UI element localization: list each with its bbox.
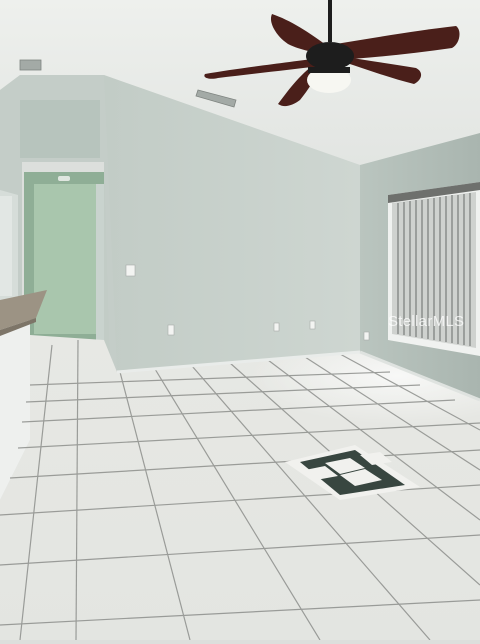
hallway-wall — [34, 184, 100, 334]
light-switch — [125, 264, 136, 277]
wall-outlet — [273, 322, 280, 332]
door-frame-left — [0, 196, 12, 296]
wall-outlet — [167, 324, 175, 336]
upper-niche — [20, 100, 100, 158]
wall-outlet — [309, 320, 316, 330]
hallway-door-frame — [96, 184, 104, 340]
hallway-light — [58, 176, 70, 181]
wall-outlet — [363, 331, 370, 341]
air-vent — [19, 59, 42, 71]
watermark-text: StellarMLS — [388, 313, 465, 330]
